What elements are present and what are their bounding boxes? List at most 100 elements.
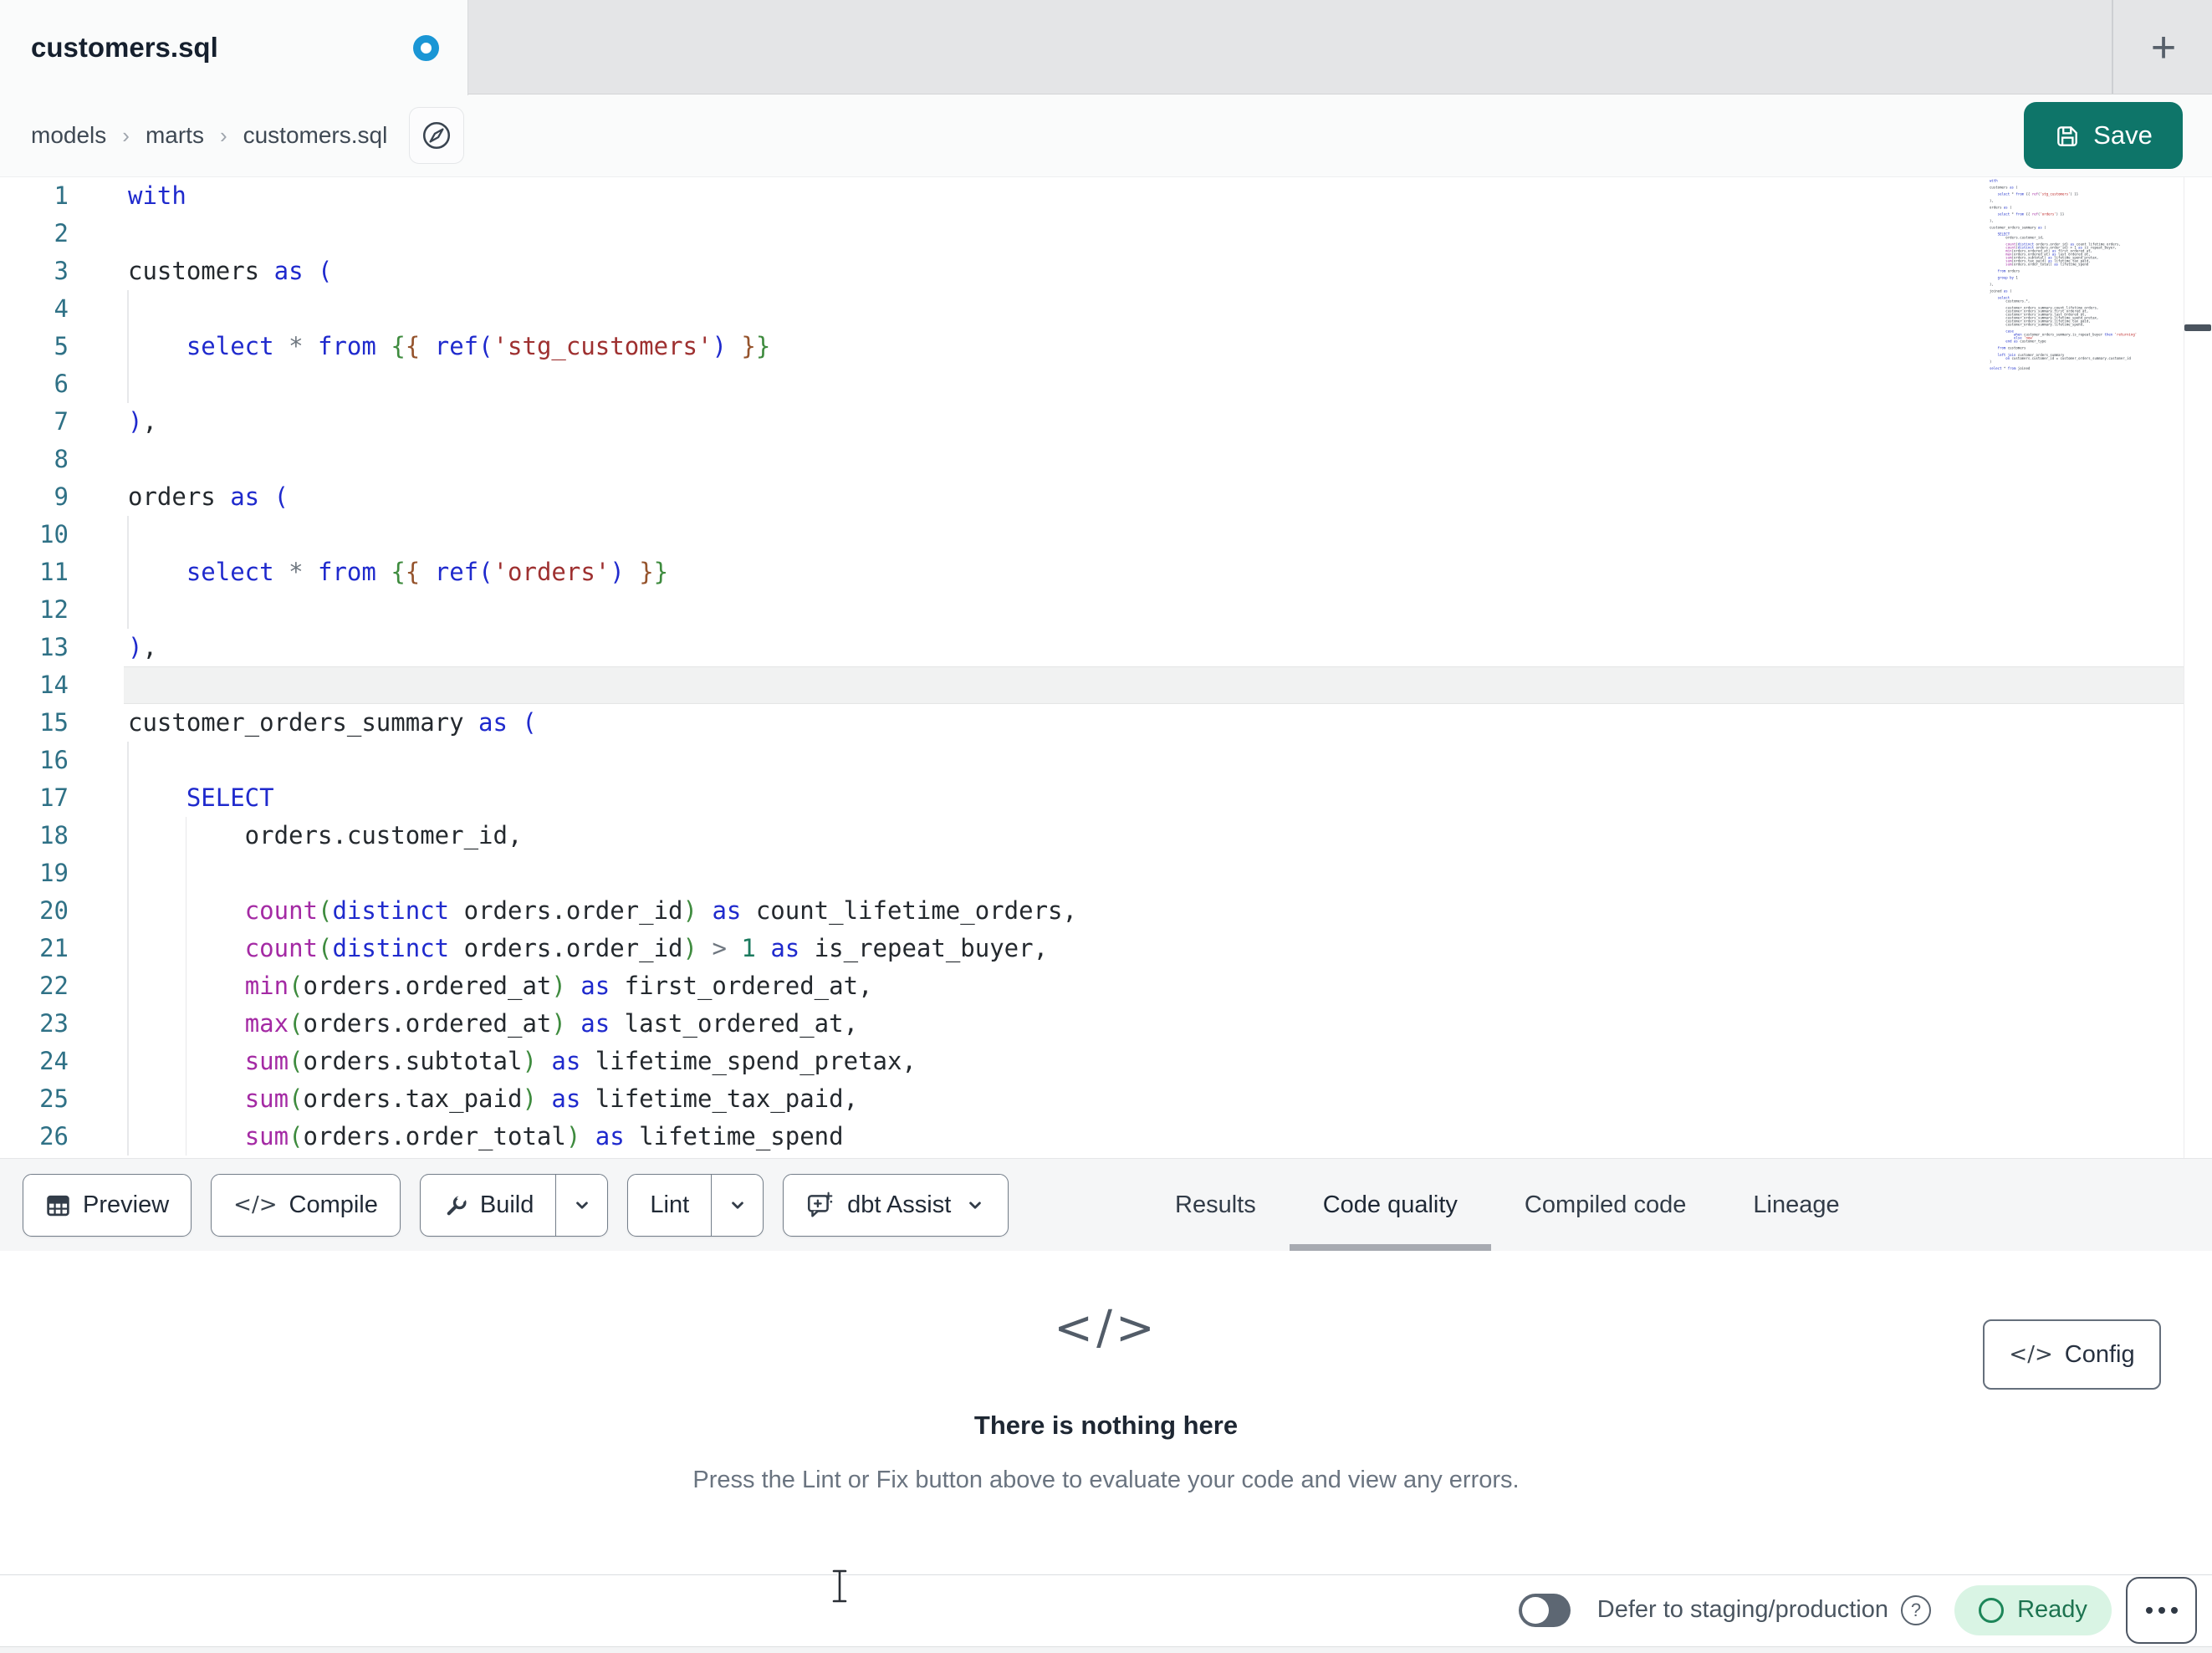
indent-guide [127, 591, 129, 629]
code-line[interactable]: 19 [0, 855, 2212, 892]
status-bar: Defer to staging/production ? Ready [0, 1574, 2212, 1653]
code-line[interactable]: 21 count(distinct orders.order_id) > 1 a… [0, 930, 2212, 967]
code-line[interactable]: 3 customers as ( [0, 253, 2212, 290]
ellipsis-icon [2158, 1606, 2165, 1614]
code-text: ), [128, 633, 157, 661]
save-button-label: Save [2093, 120, 2153, 150]
dbt-assist-button-label: dbt Assist [847, 1191, 952, 1218]
code-line[interactable]: 7), [0, 403, 2212, 441]
defer-toggle[interactable] [1518, 1593, 1571, 1627]
wrench-icon [447, 1192, 467, 1215]
code-line[interactable]: 14 [0, 666, 2212, 704]
line-number: 26 [39, 1122, 69, 1150]
empty-state-subtitle: Press the Lint or Fix button above to ev… [692, 1467, 1520, 1493]
floppy-disk-icon [2057, 126, 2077, 146]
code-text: select * from {{ ref('orders') }} [186, 558, 669, 586]
code-text: customer_orders_summary as ( [128, 708, 537, 737]
code-line[interactable]: 18 orders.customer_id, [0, 817, 2212, 855]
status-badge-label: Ready [2017, 1596, 2087, 1623]
editor-scrollbar-thumb[interactable] [2184, 324, 2211, 331]
more-options-button[interactable] [2126, 1576, 2197, 1644]
line-number: 9 [54, 482, 69, 511]
code-line[interactable]: 15 customer_orders_summary as ( [0, 704, 2212, 742]
config-button[interactable]: </> Config [1983, 1319, 2161, 1390]
line-number: 23 [39, 1009, 69, 1038]
lint-dropdown-button[interactable] [711, 1174, 763, 1236]
code-text: orders.customer_id, [128, 821, 523, 849]
line-number: 20 [39, 896, 69, 925]
breadcrumb-marts[interactable]: marts [146, 122, 204, 149]
code-line[interactable]: 23 max(orders.ordered_at) as last_ordere… [0, 1005, 2212, 1043]
file-tab-customers-sql[interactable]: customers.sql [0, 0, 468, 95]
save-button[interactable]: Save [2024, 102, 2183, 169]
line-number: 8 [54, 445, 69, 473]
code-line[interactable]: 13), [0, 629, 2212, 666]
indent-guide [127, 855, 129, 892]
build-button[interactable]: Build [421, 1175, 556, 1236]
breadcrumb-models[interactable]: models [31, 122, 106, 149]
code-editor[interactable]: 1 with 2 3 customers as (4 5 select * from {{… [0, 177, 2212, 1158]
tab-results[interactable]: Results [1142, 1159, 1290, 1251]
code-line[interactable]: 2 [0, 215, 2212, 253]
code-line[interactable]: 5 select * from {{ ref('stg_customers') … [0, 328, 2212, 365]
code-text: with [128, 181, 186, 210]
code-line[interactable]: 1 with [0, 177, 2212, 215]
line-number: 24 [39, 1047, 69, 1075]
breadcrumb-row: models › marts › customers.sql Save [0, 94, 2212, 177]
line-number: 19 [39, 859, 69, 887]
line-number: 15 [39, 708, 69, 737]
new-tab-button[interactable]: + [2134, 18, 2193, 77]
ide-window: customers.sql + models › marts › custome… [0, 0, 2212, 1653]
build-dropdown-button[interactable] [555, 1174, 607, 1236]
empty-state-title: There is nothing here [973, 1411, 1239, 1440]
plus-icon: + [2150, 23, 2177, 72]
code-text: select * from {{ ref('stg_customers') }} [186, 332, 771, 360]
dbt-assist-button[interactable]: dbt Assist [783, 1173, 1009, 1237]
preview-button[interactable]: Preview [23, 1173, 192, 1237]
tab-code-quality[interactable]: Code quality [1289, 1159, 1491, 1251]
code-line[interactable]: 26 sum(orders.order_total) as lifetime_s… [0, 1118, 2212, 1156]
code-quality-panel: </> There is nothing here Press the Lint… [0, 1251, 2212, 1574]
code-text: min(orders.ordered_at) as first_ordered_… [244, 972, 873, 1000]
ellipsis-icon [2170, 1606, 2178, 1614]
code-line[interactable]: 8 [0, 441, 2212, 478]
line-number: 6 [54, 370, 69, 398]
tab-lineage[interactable]: Lineage [1719, 1159, 1872, 1251]
code-line[interactable]: 6 [0, 365, 2212, 403]
line-number: 7 [54, 407, 69, 436]
code-line[interactable]: 9 orders as ( [0, 478, 2212, 516]
code-text: orders as ( [128, 482, 289, 511]
code-line[interactable]: 11 select * from {{ ref('orders') }} [0, 554, 2212, 591]
compile-button[interactable]: </> Compile [211, 1173, 401, 1237]
code-line[interactable]: 22 min(orders.ordered_at) as first_order… [0, 967, 2212, 1005]
code-line[interactable]: 24 sum(orders.subtotal) as lifetime_spen… [0, 1043, 2212, 1080]
code-line[interactable]: 12 [0, 591, 2212, 629]
lint-button[interactable]: Lint [628, 1175, 711, 1236]
line-number: 22 [39, 972, 69, 1000]
code-line[interactable]: 17 SELECT [0, 779, 2212, 817]
empty-state: </> There is nothing here Press the Lint… [0, 1301, 2212, 1494]
build-button-label: Build [479, 1191, 534, 1218]
code-line[interactable]: 4 [0, 290, 2212, 328]
line-number: 17 [39, 783, 69, 812]
code-line[interactable]: 20 count(distinct orders.order_id) as co… [0, 892, 2212, 930]
editor-scrollbar[interactable] [2184, 177, 2212, 1158]
help-icon[interactable]: ? [1901, 1594, 1931, 1625]
line-number: 18 [39, 821, 69, 849]
code-text: SELECT [186, 783, 274, 812]
tab-compiled-code[interactable]: Compiled code [1491, 1159, 1719, 1251]
indent-guide [127, 365, 129, 403]
breadcrumb: models › marts › customers.sql [31, 122, 387, 149]
code-text: count(distinct orders.order_id) as count… [244, 896, 1077, 925]
breadcrumb-file[interactable]: customers.sql [243, 122, 388, 149]
code-text: ), [128, 407, 157, 436]
chevron-right-icon: › [122, 122, 130, 148]
code-line[interactable]: 10 [0, 516, 2212, 554]
code-line[interactable]: 16 [0, 742, 2212, 779]
config-button-label: Config [2064, 1340, 2135, 1368]
minimap[interactable]: with customers as ( select * from {{ ref… [1990, 179, 2182, 373]
file-navigate-button[interactable] [409, 107, 465, 164]
code-line[interactable]: 25 sum(orders.tax_paid) as lifetime_tax_… [0, 1080, 2212, 1118]
result-panel-tabs: Results Code quality Compiled code Lineage [1142, 1159, 1873, 1251]
toggle-knob [1521, 1596, 1549, 1624]
